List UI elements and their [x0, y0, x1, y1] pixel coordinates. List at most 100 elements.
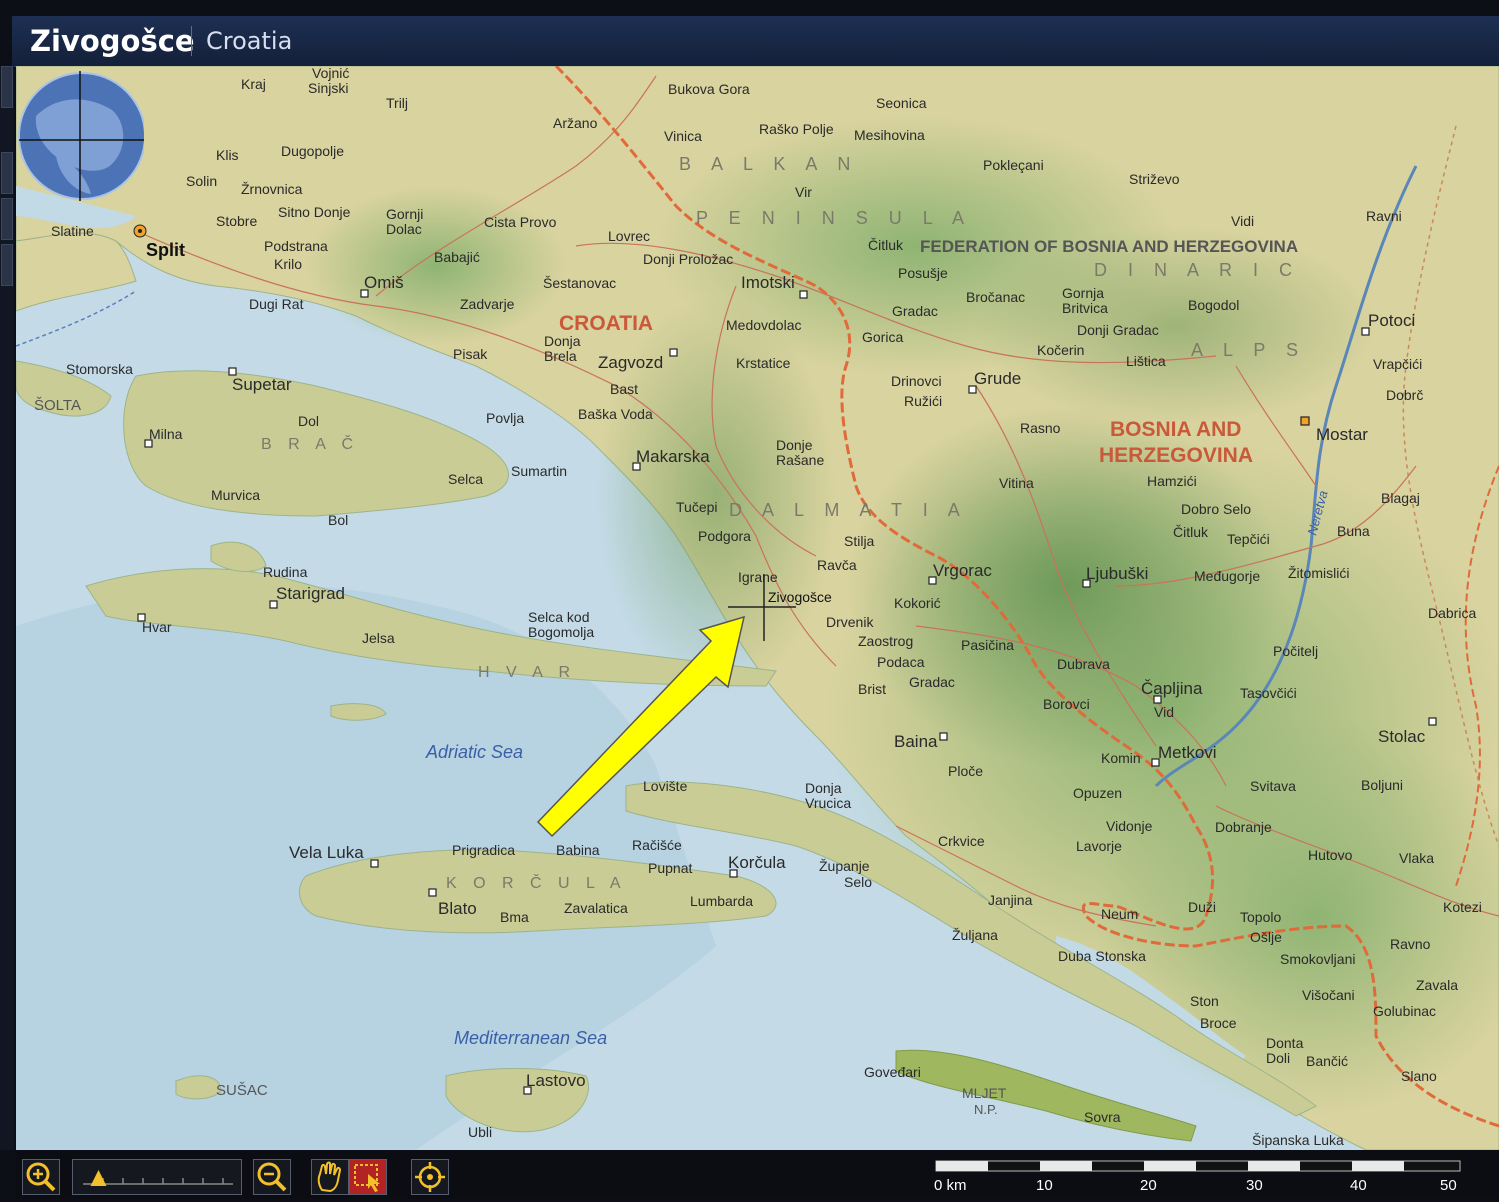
svg-text:Višočani: Višočani [1302, 987, 1355, 1003]
susac-island [175, 1075, 222, 1100]
svg-text:Dugi Rat: Dugi Rat [249, 296, 304, 312]
scale-tick-50: 50 [1440, 1177, 1457, 1194]
svg-text:Neum: Neum [1101, 906, 1138, 922]
locate-button[interactable] [411, 1159, 449, 1195]
svg-text:Babajić: Babajić [434, 249, 480, 265]
svg-text:Podstrana: Podstrana [264, 238, 328, 254]
svg-text:Vrucica: Vrucica [805, 795, 851, 811]
svg-text:Selo: Selo [844, 874, 872, 890]
map-view[interactable]: Split CROATIA BOSNIA AND HERZEGOVINA FED… [16, 66, 1499, 1150]
label-starigrad: Starigrad [276, 584, 345, 603]
pan-button[interactable] [311, 1159, 349, 1195]
svg-text:Murvica: Murvica [211, 487, 260, 503]
svg-text:Zaostrog: Zaostrog [858, 633, 913, 649]
svg-text:Selca: Selca [448, 471, 483, 487]
svg-text:Čitluk: Čitluk [1173, 524, 1209, 540]
label-alps: A L P S [1191, 340, 1306, 360]
svg-text:Sitno Donje: Sitno Donje [278, 204, 351, 220]
svg-text:Borovci: Borovci [1043, 696, 1090, 712]
svg-text:Ravča: Ravča [817, 557, 857, 573]
label-vela-luka: Vela Luka [289, 843, 364, 862]
crosshair-icon [415, 1162, 445, 1192]
scale-tick-10: 10 [1036, 1177, 1053, 1194]
svg-text:Ravni: Ravni [1366, 208, 1402, 224]
label-hvar: H V A R [478, 664, 576, 681]
zoom-slider-thumb[interactable] [90, 1170, 107, 1186]
svg-text:Klis: Klis [216, 147, 239, 163]
svg-text:Kraj: Kraj [241, 76, 266, 92]
svg-text:Sinjski: Sinjski [308, 80, 348, 96]
svg-text:Janjina: Janjina [988, 892, 1033, 908]
svg-text:Hamzići: Hamzići [1147, 473, 1197, 489]
zoom-in-button[interactable] [22, 1159, 60, 1195]
svg-text:Dol: Dol [298, 413, 319, 429]
svg-text:Kotezi: Kotezi [1443, 899, 1482, 915]
svg-text:Počitelj: Počitelj [1273, 643, 1318, 659]
select-box-icon [354, 1164, 380, 1192]
svg-text:Bast: Bast [610, 381, 638, 397]
svg-text:Žrnovnica: Žrnovnica [241, 181, 303, 197]
svg-text:Vir: Vir [795, 184, 812, 200]
svg-text:Vrapčići: Vrapčići [1373, 356, 1422, 372]
svg-text:Britvica: Britvica [1062, 300, 1108, 316]
svg-text:Dobro Selo: Dobro Selo [1181, 501, 1251, 517]
svg-text:Ružići: Ružići [904, 393, 942, 409]
select-button[interactable] [349, 1159, 387, 1195]
svg-text:Ston: Ston [1190, 993, 1219, 1009]
svg-text:Žuljana: Žuljana [952, 927, 998, 943]
side-tab-2[interactable] [1, 152, 13, 194]
svg-text:Krstatice: Krstatice [736, 355, 791, 371]
svg-text:Trilj: Trilj [386, 95, 408, 111]
svg-text:Gorica: Gorica [862, 329, 903, 345]
svg-text:Vlaka: Vlaka [1399, 850, 1434, 866]
zoom-out-button[interactable] [253, 1159, 291, 1195]
svg-text:Lovište: Lovište [643, 778, 688, 794]
svg-text:Solin: Solin [186, 173, 217, 189]
svg-text:Blagaj: Blagaj [1381, 490, 1420, 506]
svg-text:Tučepi: Tučepi [676, 499, 718, 515]
svg-text:Sovra: Sovra [1084, 1109, 1121, 1125]
svg-text:Dabrica: Dabrica [1428, 605, 1476, 621]
svg-text:Raško Polje: Raško Polje [759, 121, 834, 137]
svg-text:Striževo: Striževo [1129, 171, 1180, 187]
svg-text:Stomorska: Stomorska [66, 361, 133, 377]
svg-text:Babina: Babina [556, 842, 600, 858]
zoom-out-icon [257, 1162, 287, 1192]
side-tab-1[interactable] [1, 66, 13, 108]
svg-text:Dugopolje: Dugopolje [281, 143, 344, 159]
label-mostar: Mostar [1316, 425, 1368, 444]
side-tab-4[interactable] [1, 244, 13, 286]
label-herzegovina: HERZEGOVINA [1099, 444, 1253, 467]
svg-text:Selca kod: Selca kod [528, 609, 589, 625]
svg-text:Podgora: Podgora [698, 528, 751, 544]
map-toolbar: 0 km 10 20 30 40 50 [16, 1151, 1499, 1199]
scale-bar: 0 km 10 20 30 40 50 [934, 1159, 1464, 1197]
svg-text:Račišće: Račišće [632, 837, 682, 853]
label-balkan: B A L K A N [679, 154, 858, 174]
svg-text:Županje: Županje [819, 858, 870, 874]
svg-text:Bma: Bma [500, 909, 529, 925]
label-vrgorac: Vrgorac [933, 561, 992, 580]
side-tab-3[interactable] [1, 198, 13, 240]
left-side-strip [0, 66, 14, 1150]
svg-text:Ploče: Ploče [948, 763, 983, 779]
svg-text:Svitava: Svitava [1250, 778, 1296, 794]
svg-text:Gornji: Gornji [386, 206, 423, 222]
svg-text:Golubinac: Golubinac [1373, 1003, 1436, 1019]
svg-text:Lavorje: Lavorje [1076, 838, 1122, 854]
svg-text:Kokorić: Kokorić [894, 595, 941, 611]
label-croatia: CROATIA [559, 312, 653, 335]
svg-text:Vinica: Vinica [664, 128, 702, 144]
svg-text:Zavalatica: Zavalatica [564, 900, 628, 916]
svg-text:Međugorje: Međugorje [1194, 568, 1260, 584]
svg-text:Lovrec: Lovrec [608, 228, 650, 244]
svg-text:Žitomislići: Žitomislići [1288, 565, 1349, 581]
svg-text:Gradac: Gradac [909, 674, 955, 690]
label-split: Split [146, 240, 185, 260]
svg-text:Donta: Donta [1266, 1035, 1304, 1051]
map-canvas[interactable]: Split CROATIA BOSNIA AND HERZEGOVINA FED… [16, 66, 1499, 1150]
scale-tick-0: 0 km [934, 1177, 967, 1194]
zoom-slider[interactable] [72, 1159, 242, 1195]
svg-text:Vidi: Vidi [1231, 213, 1254, 229]
split-marker-center [138, 229, 142, 233]
